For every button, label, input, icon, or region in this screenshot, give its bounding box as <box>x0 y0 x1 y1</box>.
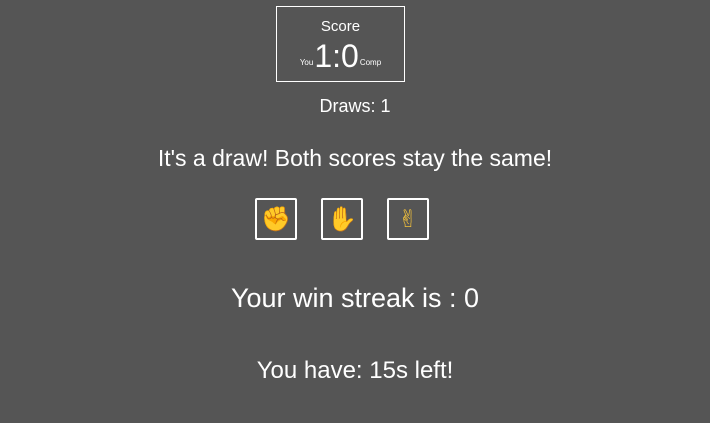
win-streak: Your win streak is : 0 <box>230 283 480 313</box>
score-title: Score <box>320 18 361 35</box>
countdown-timer: You have: 15s left! <box>256 357 454 384</box>
score-line: You 1:0 Comp <box>277 38 404 74</box>
comp-label: Comp <box>359 58 382 67</box>
score-value: 1:0 <box>314 38 359 74</box>
round-result-message: It's a draw! Both scores stay the same! <box>157 145 553 171</box>
scissors-button[interactable]: ✌ <box>387 198 429 240</box>
draws-count: Draws: 1 <box>319 96 391 116</box>
rock-button[interactable]: ✊ <box>255 198 297 240</box>
you-label: You <box>299 58 314 67</box>
choice-buttons: ✊ ✋ ✌ <box>255 198 429 240</box>
rock-icon: ✊ <box>261 205 291 233</box>
paper-button[interactable]: ✋ <box>321 198 363 240</box>
scoreboard: Score You 1:0 Comp <box>276 6 405 82</box>
scissors-icon: ✌ <box>397 205 419 233</box>
paper-icon: ✋ <box>327 205 357 233</box>
